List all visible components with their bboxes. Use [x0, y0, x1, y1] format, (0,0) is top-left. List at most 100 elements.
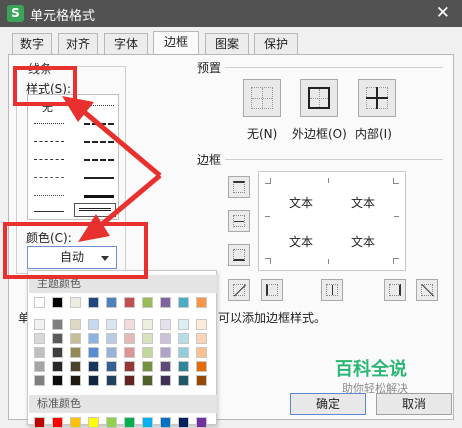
preset-none-button[interactable]	[243, 79, 281, 117]
close-icon[interactable]: ✕	[436, 3, 450, 23]
color-swatch[interactable]	[160, 297, 171, 308]
color-swatch[interactable]	[124, 333, 135, 344]
color-swatch[interactable]	[70, 361, 81, 372]
line-style-dash-dot[interactable]	[34, 141, 64, 142]
line-style-slant-dash[interactable]	[84, 159, 114, 161]
color-swatch[interactable]	[52, 333, 63, 344]
color-swatch[interactable]	[88, 347, 99, 358]
line-style-fine-dots[interactable]	[34, 195, 64, 196]
color-swatch[interactable]	[160, 375, 171, 386]
color-swatch[interactable]	[178, 375, 189, 386]
preset-inside-button[interactable]	[358, 79, 396, 117]
color-swatch[interactable]	[196, 375, 207, 386]
color-swatch[interactable]	[178, 347, 189, 358]
standard-color-swatch[interactable]	[142, 417, 153, 428]
color-swatch[interactable]	[142, 347, 153, 358]
color-swatch[interactable]	[196, 333, 207, 344]
preset-outline-label: 外边框(O)	[292, 127, 347, 141]
color-swatch[interactable]	[124, 361, 135, 372]
line-style-dashed[interactable]	[34, 159, 64, 160]
color-swatch[interactable]	[106, 333, 117, 344]
color-swatch[interactable]	[178, 333, 189, 344]
color-swatch[interactable]	[124, 319, 135, 330]
color-swatch[interactable]	[88, 361, 99, 372]
color-swatch[interactable]	[178, 319, 189, 330]
color-swatch[interactable]	[34, 319, 45, 330]
color-swatch[interactable]	[52, 319, 63, 330]
color-swatch[interactable]	[160, 319, 171, 330]
border-middle-vertical-button[interactable]	[321, 279, 343, 301]
tab-protection[interactable]: 保护	[254, 33, 298, 54]
standard-color-swatch[interactable]	[124, 417, 135, 428]
standard-color-swatch[interactable]	[196, 417, 207, 428]
color-swatch[interactable]	[70, 297, 81, 308]
standard-color-swatch[interactable]	[52, 417, 63, 428]
standard-color-swatch[interactable]	[106, 417, 117, 428]
standard-color-swatch[interactable]	[34, 417, 45, 428]
color-swatch[interactable]	[106, 361, 117, 372]
color-swatch[interactable]	[34, 333, 45, 344]
color-swatch[interactable]	[142, 361, 153, 372]
tab-border[interactable]: 边框	[153, 31, 199, 54]
line-style-medium[interactable]	[84, 177, 114, 179]
color-swatch[interactable]	[52, 375, 63, 386]
color-swatch[interactable]	[178, 297, 189, 308]
preset-outline-button[interactable]	[300, 79, 338, 117]
tab-font[interactable]: 字体	[104, 33, 148, 54]
border-diagonal-up-button[interactable]	[228, 279, 250, 301]
color-swatch[interactable]	[124, 347, 135, 358]
color-swatch[interactable]	[70, 333, 81, 344]
color-swatch[interactable]	[196, 297, 207, 308]
color-swatch[interactable]	[88, 375, 99, 386]
color-swatch[interactable]	[52, 347, 63, 358]
border-top-button[interactable]	[228, 176, 250, 198]
border-middle-horizontal-button[interactable]	[228, 210, 250, 232]
color-swatch[interactable]	[160, 361, 171, 372]
border-bottom-button[interactable]	[228, 244, 250, 266]
standard-color-swatch[interactable]	[178, 417, 189, 428]
color-swatch[interactable]	[70, 319, 81, 330]
color-swatch[interactable]	[34, 361, 45, 372]
tab-pattern[interactable]: 图案	[205, 33, 249, 54]
border-diagonal-down-button[interactable]	[416, 279, 438, 301]
border-left-button[interactable]	[261, 279, 283, 301]
color-swatch[interactable]	[196, 319, 207, 330]
color-swatch[interactable]	[34, 375, 45, 386]
color-swatch[interactable]	[70, 375, 81, 386]
color-swatch[interactable]	[52, 297, 63, 308]
border-right-button[interactable]	[384, 279, 406, 301]
color-swatch[interactable]	[142, 319, 153, 330]
color-swatch[interactable]	[178, 361, 189, 372]
line-style-dash-dot-dot[interactable]	[34, 177, 64, 178]
color-swatch[interactable]	[142, 375, 153, 386]
color-swatch[interactable]	[124, 375, 135, 386]
tab-number[interactable]: 数字	[12, 33, 52, 54]
color-swatch[interactable]	[34, 347, 45, 358]
standard-color-swatch[interactable]	[70, 417, 81, 428]
standard-color-swatch[interactable]	[160, 417, 171, 428]
color-swatch[interactable]	[34, 297, 45, 308]
standard-color-swatch[interactable]	[88, 417, 99, 428]
color-swatch[interactable]	[106, 319, 117, 330]
preset-none-label: 无(N)	[247, 127, 278, 141]
line-style-thick[interactable]	[84, 195, 114, 198]
line-style-thin[interactable]	[34, 211, 64, 212]
color-swatch[interactable]	[196, 347, 207, 358]
line-style-medium-dash-dot[interactable]	[84, 141, 114, 143]
color-swatch[interactable]	[88, 333, 99, 344]
color-swatch[interactable]	[142, 333, 153, 344]
color-swatch[interactable]	[106, 347, 117, 358]
color-swatch[interactable]	[88, 319, 99, 330]
color-swatch[interactable]	[196, 361, 207, 372]
color-swatch[interactable]	[124, 297, 135, 308]
color-swatch[interactable]	[142, 297, 153, 308]
color-swatch[interactable]	[160, 333, 171, 344]
color-swatch[interactable]	[160, 347, 171, 358]
color-swatch[interactable]	[70, 347, 81, 358]
color-swatch[interactable]	[52, 361, 63, 372]
color-swatch[interactable]	[88, 297, 99, 308]
color-swatch[interactable]	[106, 375, 117, 386]
color-swatch[interactable]	[106, 297, 117, 308]
border-preview[interactable]: 文本 文本 文本 文本	[258, 171, 406, 271]
tab-alignment[interactable]: 对齐	[58, 33, 98, 54]
